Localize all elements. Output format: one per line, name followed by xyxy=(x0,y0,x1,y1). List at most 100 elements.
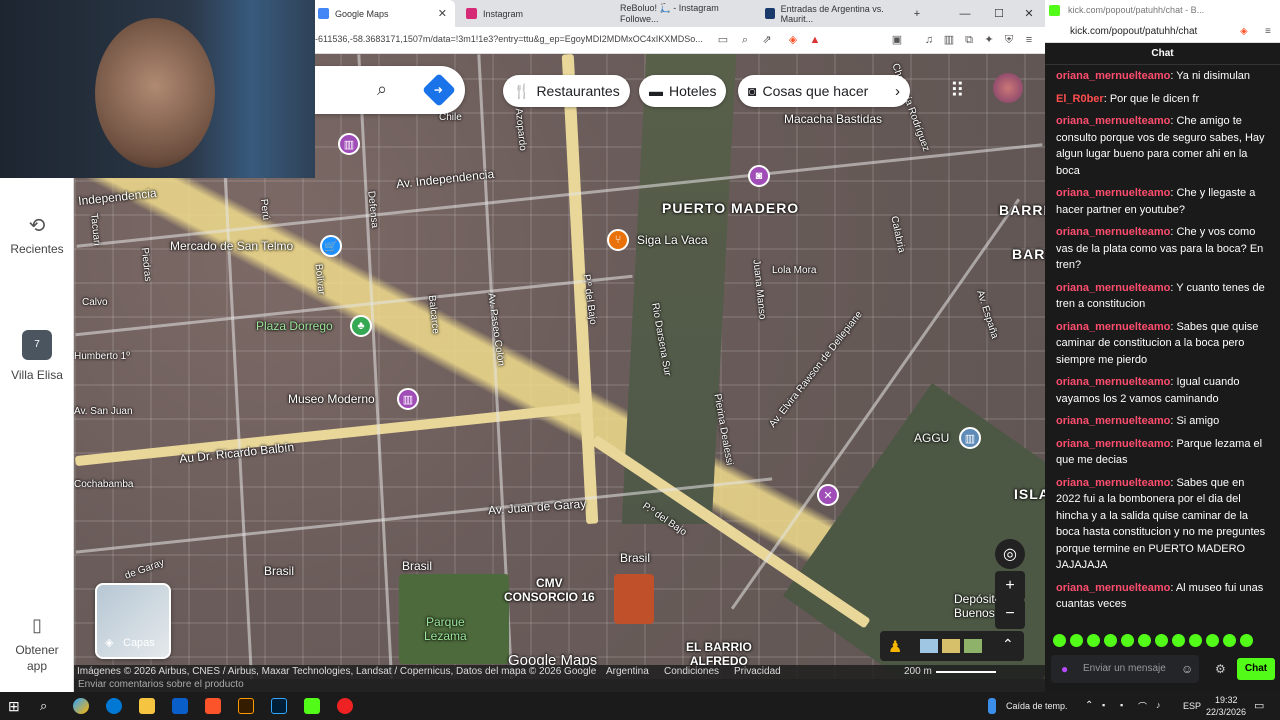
new-tab-icon[interactable]: + xyxy=(900,0,934,27)
tray-app-icon[interactable]: ▪ xyxy=(1120,700,1123,710)
emote-icon[interactable] xyxy=(1172,634,1185,647)
chat-username[interactable]: oriana_mernuelteamo xyxy=(1056,115,1170,127)
emote-icon[interactable] xyxy=(1053,634,1066,647)
windows-start-icon[interactable]: ⊞ xyxy=(8,698,24,714)
museum-pin-icon[interactable]: ▥ xyxy=(338,133,360,155)
recent-place-villa-elisa[interactable]: 7 Villa Elisa xyxy=(0,330,74,382)
emote-icon[interactable] xyxy=(1070,634,1083,647)
footer-link[interactable]: Argentina xyxy=(606,666,649,677)
chat-username[interactable]: El_R0ber xyxy=(1056,93,1104,105)
screen-icon[interactable]: ▭ xyxy=(716,33,730,47)
feedback-link[interactable]: Enviar comentarios sobre el producto xyxy=(74,679,1045,692)
copilot-icon[interactable] xyxy=(73,698,89,714)
museum-pin-icon[interactable]: ▥ xyxy=(397,388,419,410)
music-icon[interactable]: ♫ xyxy=(922,33,936,47)
chat-username[interactable]: oriana_mernuelteamo xyxy=(1056,282,1170,294)
chevron-up-icon[interactable]: ⌃ xyxy=(1002,636,1014,653)
directions-icon[interactable]: ➜ xyxy=(422,73,456,107)
tray-chevron-icon[interactable]: ⌃ xyxy=(1085,700,1093,711)
minimize-icon[interactable]: — xyxy=(948,0,982,27)
chip-hoteles[interactable]: ▬ Hoteles xyxy=(639,75,727,107)
maps-search-box[interactable]: ⌕ ➜ xyxy=(315,66,465,114)
avatar[interactable] xyxy=(993,73,1023,103)
window-icon[interactable]: ▣ xyxy=(890,33,904,47)
pegman-icon[interactable]: ♟ xyxy=(888,637,902,657)
restaurant-pin-icon[interactable]: ⑂ xyxy=(607,229,629,251)
brave-icon[interactable] xyxy=(205,698,221,714)
tray-app-icon[interactable]: ▪ xyxy=(1102,700,1105,710)
edge-icon[interactable] xyxy=(106,698,122,714)
emote-icon[interactable] xyxy=(1240,634,1253,647)
my-location-icon[interactable]: ◎ xyxy=(995,539,1025,569)
emote-icon[interactable] xyxy=(1155,634,1168,647)
language-indicator[interactable]: ESP xyxy=(1183,701,1201,711)
emote-icon[interactable] xyxy=(1206,634,1219,647)
attraction-pin-icon[interactable]: ✕ xyxy=(817,484,839,506)
footer-link[interactable]: Condiciones xyxy=(664,666,719,677)
menu-icon[interactable]: ≡ xyxy=(1265,21,1271,43)
volume-icon[interactable]: ♪ xyxy=(1156,700,1161,710)
settings-icon[interactable]: ⚙ xyxy=(1215,662,1226,676)
mic-icon[interactable]: ● xyxy=(1061,662,1068,676)
chat-username[interactable]: oriana_mernuelteamo xyxy=(1056,477,1170,489)
zoom-in-button[interactable]: + xyxy=(995,571,1025,601)
emote-icon[interactable] xyxy=(1189,634,1202,647)
emoji-icon[interactable]: ☺ xyxy=(1181,662,1193,676)
kick-address-bar[interactable]: kick.com/popout/patuhh/chat ◈ ≡ xyxy=(1045,21,1280,43)
zoom-out-button[interactable]: − xyxy=(995,599,1025,629)
clock-date[interactable]: 22/3/2026 xyxy=(1206,707,1246,717)
network-icon[interactable]: ⌒ xyxy=(1138,700,1147,713)
notification-icon[interactable]: ▭ xyxy=(1254,699,1264,712)
zoom-icon[interactable]: ⌕ xyxy=(738,33,752,47)
chat-username[interactable]: oriana_mernuelteamo xyxy=(1056,187,1170,199)
photoshop-icon[interactable] xyxy=(271,698,287,714)
sidebar-icon[interactable]: ▥ xyxy=(942,33,956,47)
emote-icon[interactable] xyxy=(1087,634,1100,647)
imagery-thumb-3[interactable] xyxy=(964,639,982,653)
clock-time[interactable]: 19:32 xyxy=(1215,695,1238,705)
tab-instagram-followers[interactable]: ReBoluo! 🛴 - Instagram Followe... xyxy=(612,0,757,27)
share-icon[interactable]: ⇗ xyxy=(760,33,774,47)
chat-username[interactable]: oriana_mernuelteamo xyxy=(1056,438,1170,450)
obs-icon[interactable] xyxy=(337,698,353,714)
chat-username[interactable]: oriana_mernuelteamo xyxy=(1056,321,1170,333)
emote-icon[interactable] xyxy=(1104,634,1117,647)
chat-username[interactable]: oriana_mernuelteamo xyxy=(1056,376,1170,388)
search-icon[interactable]: ⌕ xyxy=(377,79,387,100)
chip-restaurantes[interactable]: 🍴 Restaurantes xyxy=(503,75,630,107)
alert-icon[interactable]: ▲ xyxy=(808,33,822,47)
emote-icon[interactable] xyxy=(1121,634,1134,647)
maximize-icon[interactable]: ☐ xyxy=(982,0,1016,27)
search-icon[interactable]: ⌕ xyxy=(40,698,56,714)
tab-instagram[interactable]: Instagram xyxy=(458,0,608,27)
chip-cosas-que-hacer[interactable]: ◙ Cosas que hacer › xyxy=(738,75,910,107)
extensions-icon[interactable]: ⧉ xyxy=(962,33,976,47)
shopping-pin-icon[interactable]: 🛒 xyxy=(320,235,342,257)
chevron-right-icon[interactable]: › xyxy=(895,83,900,100)
vpn-icon[interactable]: ⛨ xyxy=(1002,33,1016,47)
close-window-icon[interactable]: ✕ xyxy=(1012,0,1046,27)
chat-username[interactable]: oriana_mernuelteamo xyxy=(1056,70,1170,82)
close-tab-icon[interactable]: ✕ xyxy=(438,7,447,20)
weather-icon[interactable] xyxy=(988,698,996,714)
emote-icon[interactable] xyxy=(1223,634,1236,647)
menu-icon[interactable]: ≡ xyxy=(1022,33,1036,47)
file-explorer-icon[interactable] xyxy=(139,698,155,714)
layers-button[interactable]: ◈ Capas xyxy=(95,583,171,659)
weather-text[interactable]: Caída de temp. xyxy=(1006,701,1068,711)
emote-icon[interactable] xyxy=(1138,634,1151,647)
chat-message-list[interactable]: oriana_mernuelteamo: Ya ni disimulan El_R… xyxy=(1056,68,1271,628)
park-pin-icon[interactable]: ♣ xyxy=(350,315,372,337)
chat-username[interactable]: oriana_mernuelteamo xyxy=(1056,582,1170,594)
get-app-button[interactable]: ▯ Obtener app xyxy=(0,615,74,674)
tab-entradas[interactable]: Entradas de Argentina vs. Maurit... xyxy=(757,0,902,27)
university-pin-icon[interactable]: ▥ xyxy=(959,427,981,449)
apps-grid-icon[interactable]: ⠿ xyxy=(950,78,965,103)
chat-username[interactable]: oriana_mernuelteamo xyxy=(1056,226,1170,238)
chat-username[interactable]: oriana_mernuelteamo xyxy=(1056,415,1170,427)
tab-google-maps[interactable]: Google Maps ✕ xyxy=(310,0,455,27)
footer-link[interactable]: Privacidad xyxy=(734,666,781,677)
mail-icon[interactable] xyxy=(172,698,188,714)
brave-shield-icon[interactable]: ◈ xyxy=(786,33,800,47)
camera-pin-icon[interactable]: ◙ xyxy=(748,165,770,187)
